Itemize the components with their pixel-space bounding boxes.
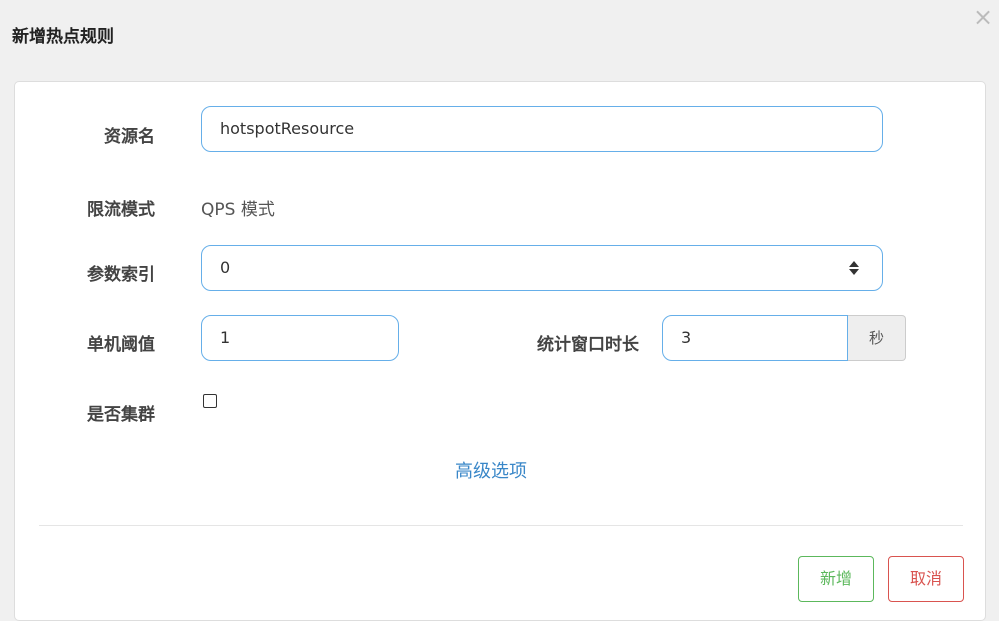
close-icon[interactable]: × (972, 4, 994, 30)
param-index-label: 参数索引 (87, 265, 155, 285)
cluster-mode-checkbox[interactable] (203, 394, 217, 408)
dialog-title: 新增热点规则 (12, 27, 114, 47)
param-index-value: 0 (220, 258, 231, 277)
add-hotspot-rule-dialog: 新增热点规则 × 资源名 hotspotResource 限流模式 QPS 模式… (0, 0, 999, 621)
seconds-unit-addon: 秒 (848, 315, 906, 361)
param-index-input[interactable]: 0 (201, 245, 883, 291)
spinner-arrows-icon[interactable] (848, 260, 860, 276)
form-panel: 资源名 hotspotResource 限流模式 QPS 模式 参数索引 0 单… (14, 81, 986, 621)
advanced-options-link[interactable]: 高级选项 (455, 457, 527, 483)
add-button[interactable]: 新增 (798, 556, 874, 602)
cluster-mode-label: 是否集群 (87, 405, 155, 425)
threshold-label: 单机阈值 (87, 335, 155, 355)
resource-name-label: 资源名 (104, 127, 155, 147)
limit-mode-value: QPS 模式 (201, 200, 275, 220)
threshold-input[interactable]: 1 (201, 315, 399, 361)
footer-divider (39, 525, 963, 526)
window-duration-label: 统计窗口时长 (537, 335, 639, 355)
limit-mode-label: 限流模式 (87, 200, 155, 220)
resource-name-input[interactable]: hotspotResource (201, 106, 883, 152)
cancel-button[interactable]: 取消 (888, 556, 964, 602)
window-duration-input[interactable]: 3 (662, 315, 848, 361)
